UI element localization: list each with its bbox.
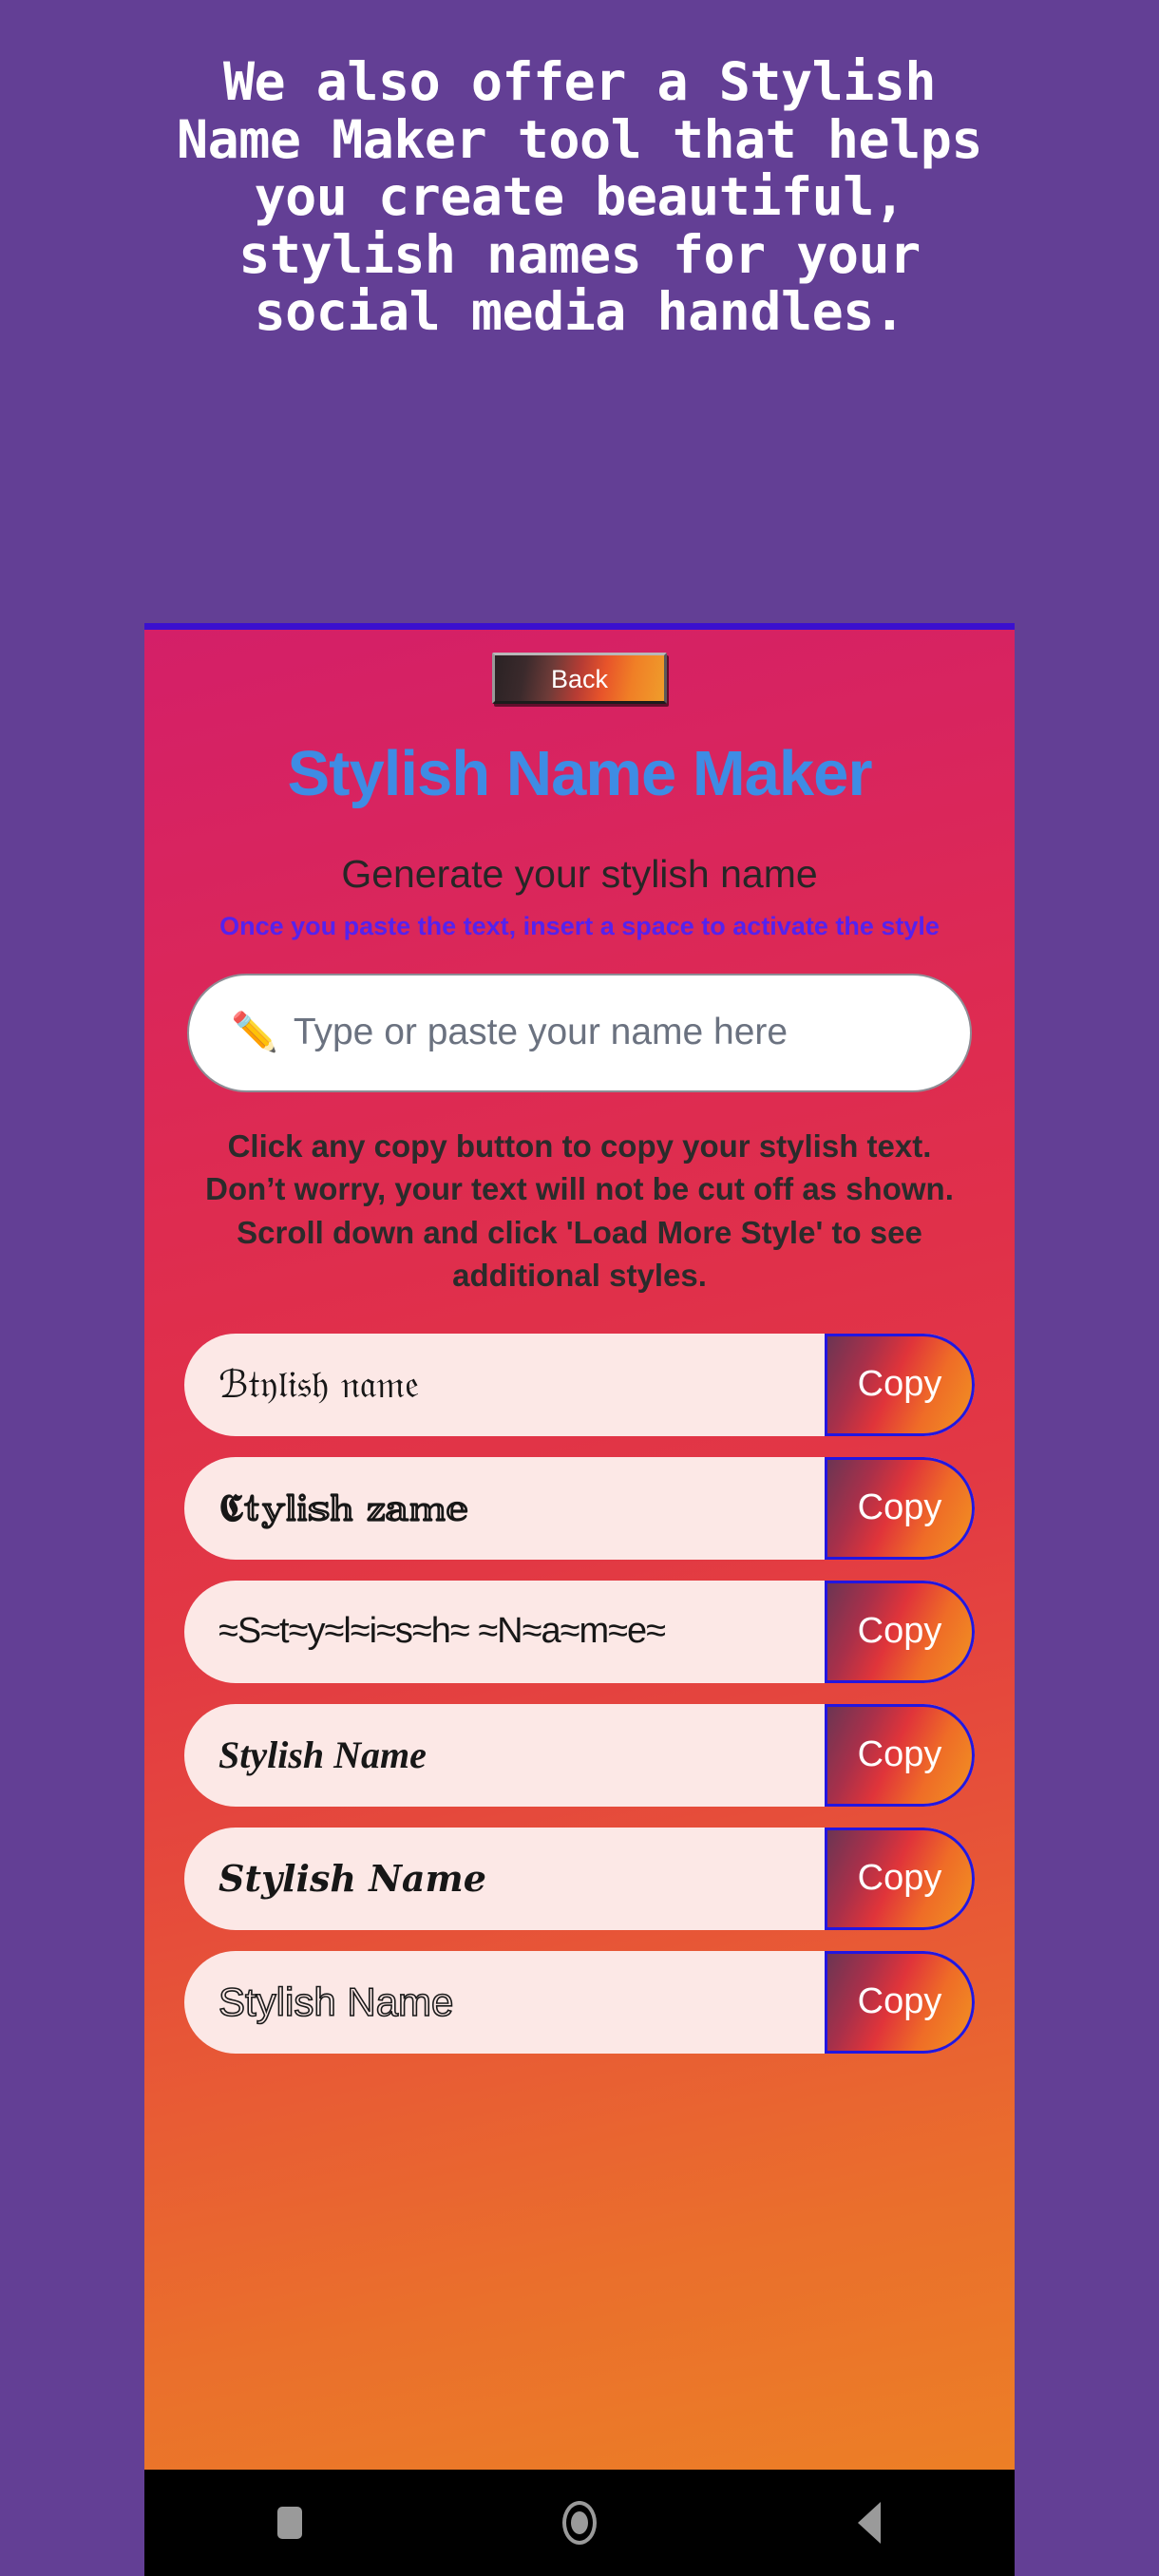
phone-mockup: Back Stylish Name Maker Generate your st… [144,623,1015,2576]
app-screen: Back Stylish Name Maker Generate your st… [144,630,1015,2470]
copy-button[interactable]: Copy [825,1580,975,1683]
phone-top-accent-line [144,623,1015,630]
name-input-placeholder: Type or paste your name here [293,1012,788,1053]
paste-hint-keyword: space [621,911,694,940]
style-row: 𝕮𝕥𝕪𝕝𝕚𝕤𝕙 𝕫𝕒𝕞𝕖 Copy [184,1456,975,1560]
style-row: Stylish Name Copy [184,1703,975,1807]
copy-button[interactable]: Copy [825,1333,975,1436]
page-subtitle: Generate your stylish name [341,851,818,896]
promo-heading: We also offer a Stylish Name Maker tool … [177,51,982,342]
copy-button[interactable]: Copy [825,1456,975,1560]
style-row: Stylish Name Copy [184,1950,975,2054]
pencil-icon: ✏️ [231,1012,278,1054]
style-row: Stylish Name Copy [184,1827,975,1930]
promo-screenshot-page: We also offer a Stylish Name Maker tool … [0,0,1159,2576]
recents-button[interactable] [233,2470,347,2576]
copy-button[interactable]: Copy [825,1827,975,1930]
page-title: Stylish Name Maker [287,738,872,809]
paste-hint-prefix: Once you paste the text, insert a [219,911,622,940]
recents-square-icon [276,2507,302,2539]
name-input[interactable]: ✏️ Type or paste your name here [187,973,972,1092]
system-back-button[interactable] [812,2470,926,2576]
name-input-container: ✏️ Type or paste your name here [144,973,1015,1092]
android-navigation-bar [144,2470,1015,2576]
style-results-list: ℬ𝔱𝔶𝔩𝔦𝔰𝔥 𝔫𝔞𝔪𝔢 Copy 𝕮𝕥𝕪𝕝𝕚𝕤𝕙 𝕫𝕒𝕞𝕖 Copy ≈S≈t… [144,1333,1015,2054]
copy-button[interactable]: Copy [825,1703,975,1807]
copy-instruction-text: Click any copy button to copy your styli… [205,1127,954,1294]
home-button[interactable] [522,2470,636,2576]
style-row: ≈S≈t≈y≈l≈i≈s≈h≈ ≈N≈a≈m≈e≈ Copy [184,1580,975,1683]
back-triangle-icon [858,2502,882,2544]
copy-button[interactable]: Copy [825,1950,975,2054]
paste-hint-suffix: to activate the style [694,911,940,940]
home-circle-icon [561,2501,597,2545]
style-row: ℬ𝔱𝔶𝔩𝔦𝔰𝔥 𝔫𝔞𝔪𝔢 Copy [184,1333,975,1436]
back-button-container: Back [144,630,1015,704]
back-button[interactable]: Back [492,653,667,704]
paste-hint: Once you paste the text, insert a space … [144,912,1015,941]
